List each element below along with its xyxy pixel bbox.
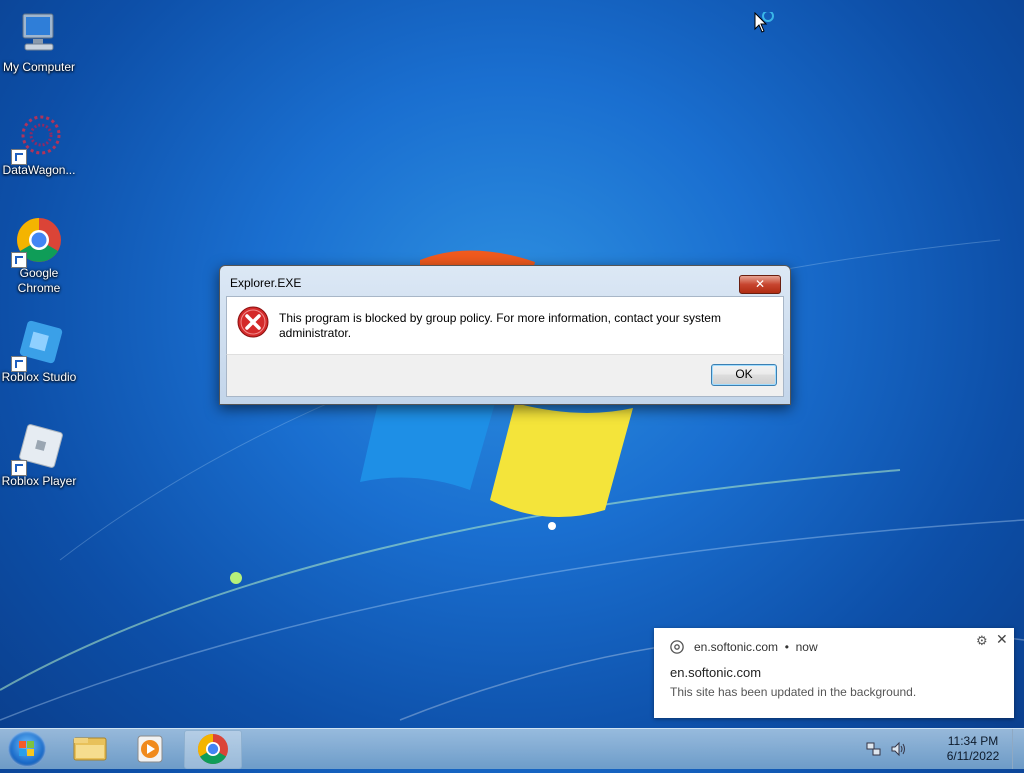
clock-time: 11:34 PM <box>947 734 999 748</box>
desktop-icon-google-chrome[interactable]: Google Chrome <box>0 216 78 296</box>
taskbar: 11:34 PM 6/11/2022 <box>0 728 1024 769</box>
gear-icon[interactable]: ⚙ <box>976 633 988 649</box>
shortcut-arrow-icon <box>11 252 27 268</box>
clock-date: 6/11/2022 <box>946 749 1000 763</box>
notification-toast[interactable]: en.softonic.com • now ⚙ ✕ en.softonic.co… <box>654 628 1014 718</box>
shortcut-arrow-icon <box>11 460 27 476</box>
desktop-icon-label: My Computer <box>2 60 76 74</box>
shortcut-arrow-icon <box>11 356 27 372</box>
desktop-icon-label: Roblox Player <box>1 474 77 488</box>
show-desktop-button[interactable] <box>1012 729 1024 769</box>
desktop-icon-label: Roblox Studio <box>1 370 77 384</box>
volume-icon[interactable] <box>890 741 908 757</box>
taskbar-chrome-button[interactable] <box>184 730 242 769</box>
desktop-icon-label: DataWagon... <box>2 163 76 177</box>
start-button[interactable] <box>8 731 46 767</box>
notification-source-site: en.softonic.com <box>694 640 779 654</box>
system-clock[interactable]: 11:34 PM 6/11/2022 <box>940 734 1006 764</box>
network-icon[interactable] <box>866 741 882 757</box>
computer-icon <box>22 13 54 51</box>
notification-message: This site has been updated in the backgr… <box>670 685 917 699</box>
dialog-close-button[interactable]: ✕ <box>739 275 781 294</box>
media-player-icon <box>137 735 163 763</box>
dialog-footer: OK <box>226 354 784 397</box>
chrome-icon <box>197 734 228 765</box>
dialog-title: Explorer.EXE <box>230 276 302 290</box>
dialog-message: This program is blocked by group policy.… <box>279 311 721 340</box>
folder-icon <box>73 737 107 761</box>
desktop-icon-label: Google Chrome <box>17 266 61 295</box>
notification-title: en.softonic.com <box>670 665 762 680</box>
notification-source: en.softonic.com • now <box>694 640 818 654</box>
error-dialog: Explorer.EXE ✕ This program is blocked b… <box>219 265 791 405</box>
error-icon <box>237 306 269 338</box>
desktop-icon-datawagon[interactable]: DataWagon... <box>0 113 78 178</box>
busy-cursor-icon <box>754 12 774 33</box>
taskbar-explorer-button[interactable] <box>62 730 118 767</box>
notification-time: now <box>795 640 818 654</box>
windows-logo-icon <box>19 741 34 756</box>
desktop-icon-my-computer[interactable]: My Computer <box>0 10 78 75</box>
desktop-icon-roblox-studio[interactable]: Roblox Studio <box>0 320 78 385</box>
dialog-body: This program is blocked by group policy.… <box>226 296 784 355</box>
taskbar-media-player-button[interactable] <box>122 730 178 767</box>
desktop: My Computer DataWagon... Google Chrome R… <box>0 0 1024 728</box>
desktop-icon-roblox-player[interactable]: Roblox Player <box>0 424 78 489</box>
shortcut-arrow-icon <box>11 149 27 165</box>
ok-button[interactable]: OK <box>711 364 777 386</box>
chrome-small-icon <box>670 640 684 654</box>
close-icon[interactable]: ✕ <box>996 631 1008 648</box>
